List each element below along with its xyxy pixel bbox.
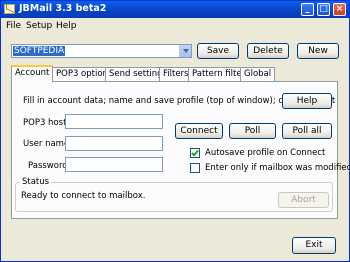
profile-select[interactable]: SOFTPEDIA [11,44,192,58]
exit-button[interactable]: Exit [292,237,336,254]
save-button[interactable]: Save [197,43,239,59]
title-bar[interactable]: JBMail 3.3 beta2 _ □ × [1,1,349,18]
close-button[interactable]: × [333,3,346,16]
chevron-down-icon[interactable] [179,45,191,57]
password-input[interactable] [65,157,163,172]
autosave-label: Autosave profile on Connect [205,148,326,158]
status-group: Status Ready to connect to mailbox. Abor… [15,177,333,212]
mail-envelope-icon [4,4,15,14]
status-text: Ready to connect to mailbox. [21,191,146,201]
minimize-button[interactable]: _ [301,3,314,16]
profile-selected-value: SOFTPEDIA [13,46,66,56]
app-window: JBMail 3.3 beta2 _ □ × File Setup Help S… [0,0,350,262]
status-title: Status [20,177,52,187]
tab-global[interactable]: Global [240,67,276,81]
menu-file[interactable]: File [6,21,21,31]
maximize-button[interactable]: □ [317,3,330,16]
menu-bar: File Setup Help [1,18,349,35]
tab-account[interactable]: Account [11,65,54,82]
help-button[interactable]: Help [282,93,332,109]
delete-button[interactable]: Delete [247,43,289,59]
user-name-input[interactable] [65,136,163,151]
checkmark-icon [191,148,199,157]
menu-help[interactable]: Help [56,21,77,31]
pop3-host-input[interactable] [65,114,163,129]
enter-only-modified-label: Enter only if mailbox was modified [205,163,350,173]
abort-button: Abort [278,192,329,208]
poll-button[interactable]: Poll [229,123,276,139]
menu-setup[interactable]: Setup [26,21,52,31]
pop3-host-label: POP3 host: [23,118,70,128]
new-button[interactable]: New [297,43,339,59]
enter-only-modified-checkbox[interactable] [190,163,200,173]
poll-all-button[interactable]: Poll all [282,123,332,139]
window-title: JBMail 3.3 beta2 [19,3,107,14]
autosave-checkbox[interactable] [190,148,200,158]
connect-button[interactable]: Connect [175,123,223,139]
